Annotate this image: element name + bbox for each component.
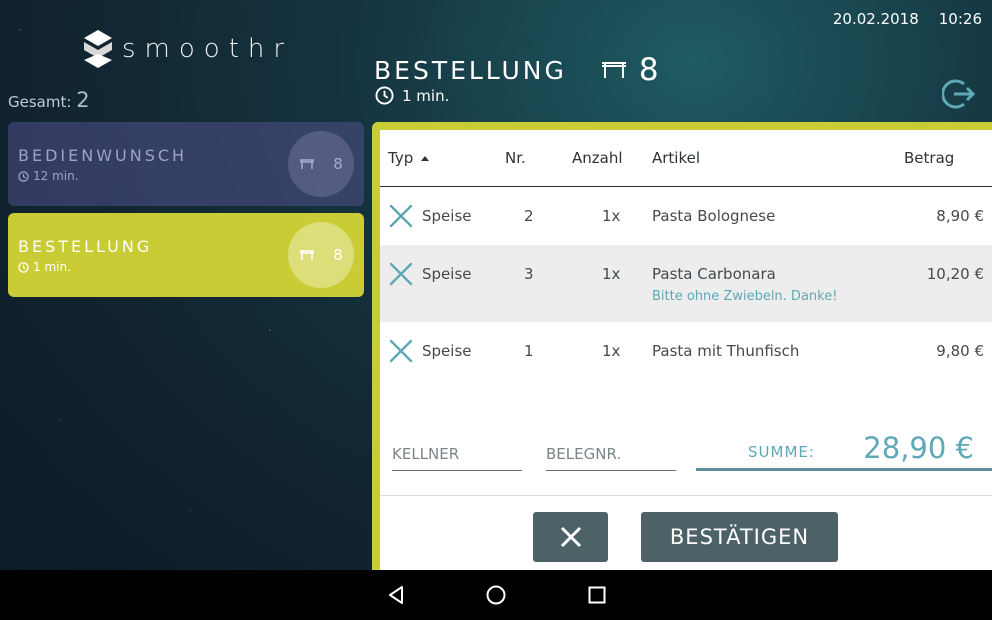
row-type-text: Speise bbox=[422, 342, 472, 360]
kellner-field[interactable]: KELLNER bbox=[392, 445, 522, 471]
header-table-number: 8 bbox=[638, 52, 659, 88]
table-icon bbox=[300, 250, 315, 260]
row-note: Bitte ohne Zwiebeln. Danke! bbox=[652, 289, 838, 304]
sort-ascending-icon bbox=[421, 156, 430, 161]
column-header-artikel[interactable]: Artikel bbox=[652, 149, 700, 167]
summe-value: 28,90 € bbox=[863, 431, 974, 465]
order-card-bedienwunsch[interactable]: BEDIENWUNSCH 12 min. 8 bbox=[8, 122, 364, 206]
table-badge: 8 bbox=[288, 131, 354, 197]
order-panel: Typ Nr. Anzahl Artikel Betrag Speise 2 1… bbox=[372, 122, 992, 570]
home-icon[interactable] bbox=[485, 584, 507, 606]
row-type-text: Speise bbox=[422, 207, 472, 225]
header-time: 1 min. bbox=[375, 86, 449, 105]
row-type-text: Speise bbox=[422, 265, 472, 283]
row-betrag: 8,90 € bbox=[936, 207, 984, 225]
order-card-bestellung[interactable]: BESTELLUNG 1 min. 8 bbox=[8, 213, 364, 297]
row-betrag: 10,20 € bbox=[926, 265, 984, 283]
logo-text: smoothr bbox=[122, 34, 294, 64]
header-time-text: 1 min. bbox=[402, 86, 450, 105]
summe-label: SUMME: bbox=[748, 443, 815, 461]
smoothr-logo-icon bbox=[84, 30, 112, 68]
row-artikel: Pasta Carbonara bbox=[652, 265, 776, 283]
app-logo: smoothr bbox=[82, 28, 293, 70]
cutlery-icon bbox=[389, 204, 413, 228]
table-header: Typ Nr. Anzahl Artikel Betrag bbox=[380, 130, 992, 187]
clock-icon bbox=[18, 170, 29, 182]
row-artikel: Pasta Bolognese bbox=[652, 207, 776, 225]
order-panel-content: Typ Nr. Anzahl Artikel Betrag Speise 2 1… bbox=[380, 130, 992, 570]
page-title: BESTELLUNG 8 bbox=[374, 52, 659, 88]
row-nr: 3 bbox=[524, 265, 534, 283]
belegnr-field[interactable]: BELEGNR. bbox=[546, 445, 676, 471]
header-table: 8 bbox=[601, 52, 659, 88]
row-artikel: Pasta mit Thunfisch bbox=[652, 342, 800, 360]
row-type: Speise bbox=[388, 203, 471, 229]
table-icon bbox=[300, 159, 315, 169]
back-icon[interactable] bbox=[385, 584, 407, 606]
table-row[interactable]: Speise 2 1x Pasta Bolognese 8,90 € bbox=[380, 187, 992, 245]
total-label: Gesamt: bbox=[8, 93, 72, 111]
row-type: Speise bbox=[388, 338, 471, 364]
row-betrag: 9,80 € bbox=[936, 342, 984, 360]
cancel-button[interactable] bbox=[533, 512, 608, 562]
clock-icon bbox=[18, 261, 29, 273]
logout-icon[interactable] bbox=[942, 78, 976, 110]
divider bbox=[380, 495, 992, 496]
page-title-text: BESTELLUNG bbox=[374, 55, 567, 85]
column-header-betrag[interactable]: Betrag bbox=[904, 149, 954, 167]
cutlery-icon bbox=[389, 339, 413, 363]
column-header-typ[interactable]: Typ bbox=[388, 149, 430, 167]
confirm-button[interactable]: BESTÄTIGEN bbox=[641, 512, 838, 562]
row-anzahl: 1x bbox=[602, 342, 621, 360]
table-number: 8 bbox=[333, 246, 343, 264]
status-date: 20.02.2018 bbox=[832, 10, 919, 28]
table-icon bbox=[601, 62, 626, 78]
column-header-anzahl[interactable]: Anzahl bbox=[572, 149, 623, 167]
order-footer-fields: KELLNER BELEGNR. SUMME: 28,90 € bbox=[380, 425, 992, 497]
clock-icon bbox=[375, 86, 394, 105]
close-icon bbox=[560, 526, 581, 548]
status-bar: 20.02.2018 10:26 bbox=[833, 10, 982, 28]
summe-box: SUMME: 28,90 € bbox=[696, 429, 992, 471]
table-number: 8 bbox=[333, 155, 343, 173]
row-anzahl: 1x bbox=[602, 207, 621, 225]
row-nr: 1 bbox=[524, 342, 534, 360]
column-header-nr[interactable]: Nr. bbox=[505, 149, 526, 167]
table-row[interactable]: Speise 3 1x Pasta Carbonara 10,20 € Bitt… bbox=[380, 245, 992, 322]
android-nav-bar bbox=[0, 570, 992, 620]
total-number: 2 bbox=[76, 88, 90, 112]
table-row[interactable]: Speise 1 1x Pasta mit Thunfisch 9,80 € bbox=[380, 322, 992, 380]
card-time-text: 1 min. bbox=[33, 260, 71, 274]
card-time-text: 12 min. bbox=[33, 169, 79, 183]
status-time: 10:26 bbox=[938, 10, 982, 28]
cutlery-icon bbox=[389, 262, 413, 286]
row-type: Speise bbox=[388, 261, 471, 287]
recent-apps-icon[interactable] bbox=[586, 584, 608, 606]
table-badge: 8 bbox=[288, 222, 354, 288]
row-anzahl: 1x bbox=[602, 265, 621, 283]
row-nr: 2 bbox=[524, 207, 534, 225]
total-count: Gesamt: 2 bbox=[8, 88, 90, 112]
